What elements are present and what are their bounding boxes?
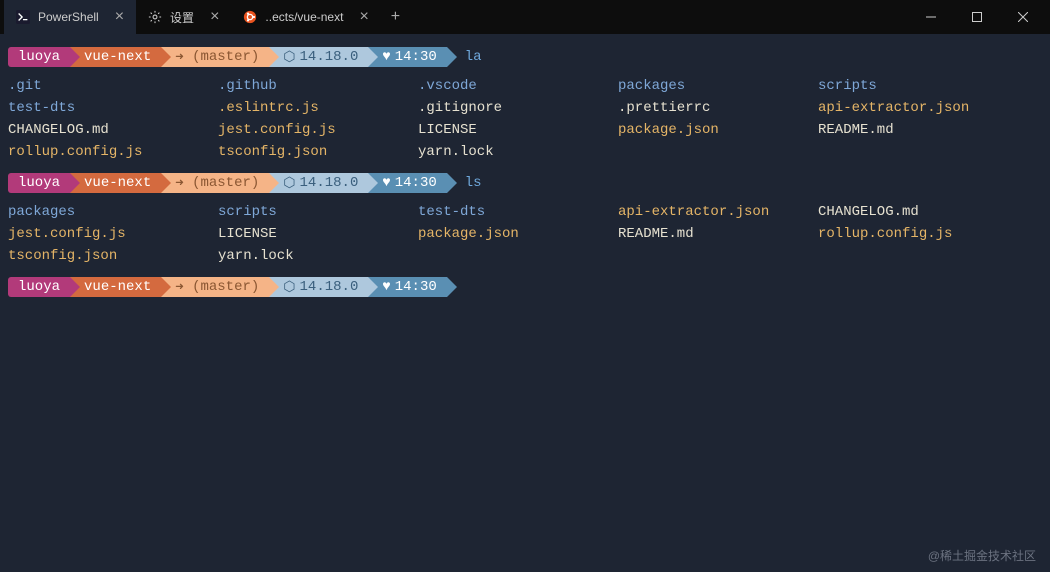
file-entry: api-extractor.json (618, 202, 818, 222)
file-entry: api-extractor.json (818, 98, 1042, 118)
file-entry: CHANGELOG.md (8, 120, 218, 140)
file-entry: scripts (818, 76, 1042, 96)
terminal-body[interactable]: luoya vue-next ➜ (master) 14.18.0 14:30 … (0, 34, 1050, 312)
command-input: ls (465, 175, 482, 191)
arrow-icon: ➜ (175, 49, 183, 66)
prompt-time: 14:30 (368, 173, 446, 193)
prompt-time: 14:30 (368, 277, 446, 297)
arrow-icon: ➜ (175, 175, 183, 192)
prompt-line: luoya vue-next ➜ (master) 14.18.0 14:30 (8, 276, 1042, 298)
file-entry: .vscode (418, 76, 618, 96)
prompt-branch: ➜ (master) (161, 173, 269, 193)
plus-icon: + (391, 8, 400, 26)
file-entry: README.md (818, 120, 1042, 140)
prompt-user: luoya (8, 173, 70, 193)
file-entry: .prettierrc (618, 98, 818, 118)
file-entry: LICENSE (418, 120, 618, 140)
tab-label: PowerShell (38, 10, 99, 24)
gear-icon (148, 10, 162, 24)
close-button[interactable] (1000, 0, 1046, 34)
prompt-user: luoya (8, 47, 70, 67)
close-icon[interactable]: × (210, 8, 219, 26)
close-icon[interactable]: × (359, 8, 368, 26)
file-entry: packages (618, 76, 818, 96)
file-entry: LICENSE (218, 224, 418, 244)
file-entry: .git (8, 76, 218, 96)
powershell-icon (16, 10, 30, 24)
tab-label: ..ects/vue-next (265, 10, 343, 24)
maximize-button[interactable] (954, 0, 1000, 34)
prompt-repo: vue-next (70, 173, 161, 193)
file-entry: test-dts (8, 98, 218, 118)
arrow-icon: ➜ (175, 279, 183, 296)
prompt-time: 14:30 (368, 47, 446, 67)
new-tab-button[interactable]: + (381, 0, 410, 34)
file-entry: .eslintrc.js (218, 98, 418, 118)
file-entry: .gitignore (418, 98, 618, 118)
tab-powershell[interactable]: PowerShell × (4, 0, 136, 34)
titlebar: PowerShell × 设置 × ..ects/vue-next × + (0, 0, 1050, 34)
file-entry: packages (8, 202, 218, 222)
file-entry: yarn.lock (418, 142, 618, 162)
tab-settings[interactable]: 设置 × (136, 0, 231, 34)
file-entry: tsconfig.json (218, 142, 418, 162)
file-entry: .github (218, 76, 418, 96)
prompt-repo: vue-next (70, 47, 161, 67)
file-entry: scripts (218, 202, 418, 222)
ls-output: packagesscriptstest-dtsapi-extractor.jso… (8, 202, 1042, 266)
prompt-node: 14.18.0 (269, 173, 368, 193)
tab-ubuntu[interactable]: ..ects/vue-next × (231, 0, 380, 34)
close-icon[interactable]: × (115, 8, 124, 26)
watermark: @稀土掘金技术社区 (928, 547, 1036, 564)
window-controls (908, 0, 1046, 34)
file-entry: tsconfig.json (8, 246, 218, 266)
command-input: la (465, 49, 482, 65)
prompt-branch: ➜ (master) (161, 277, 269, 297)
la-output: .git.github.vscodepackagesscripts test-dt… (8, 76, 1042, 162)
file-entry: jest.config.js (218, 120, 418, 140)
file-entry: jest.config.js (8, 224, 218, 244)
tab-label: 设置 (170, 9, 194, 26)
prompt-node: 14.18.0 (269, 47, 368, 67)
file-entry: package.json (618, 120, 818, 140)
ubuntu-icon (243, 10, 257, 24)
file-entry: test-dts (418, 202, 618, 222)
minimize-button[interactable] (908, 0, 954, 34)
prompt-repo: vue-next (70, 277, 161, 297)
file-entry: package.json (418, 224, 618, 244)
file-entry: yarn.lock (218, 246, 418, 266)
prompt-line: luoya vue-next ➜ (master) 14.18.0 14:30 … (8, 46, 1042, 68)
prompt-user: luoya (8, 277, 70, 297)
file-entry: rollup.config.js (818, 224, 1042, 244)
prompt-line: luoya vue-next ➜ (master) 14.18.0 14:30 … (8, 172, 1042, 194)
prompt-node: 14.18.0 (269, 277, 368, 297)
file-entry: CHANGELOG.md (818, 202, 1042, 222)
tab-strip: PowerShell × 设置 × ..ects/vue-next × + (4, 0, 908, 34)
prompt-branch: ➜ (master) (161, 47, 269, 67)
file-entry: rollup.config.js (8, 142, 218, 162)
file-entry: README.md (618, 224, 818, 244)
